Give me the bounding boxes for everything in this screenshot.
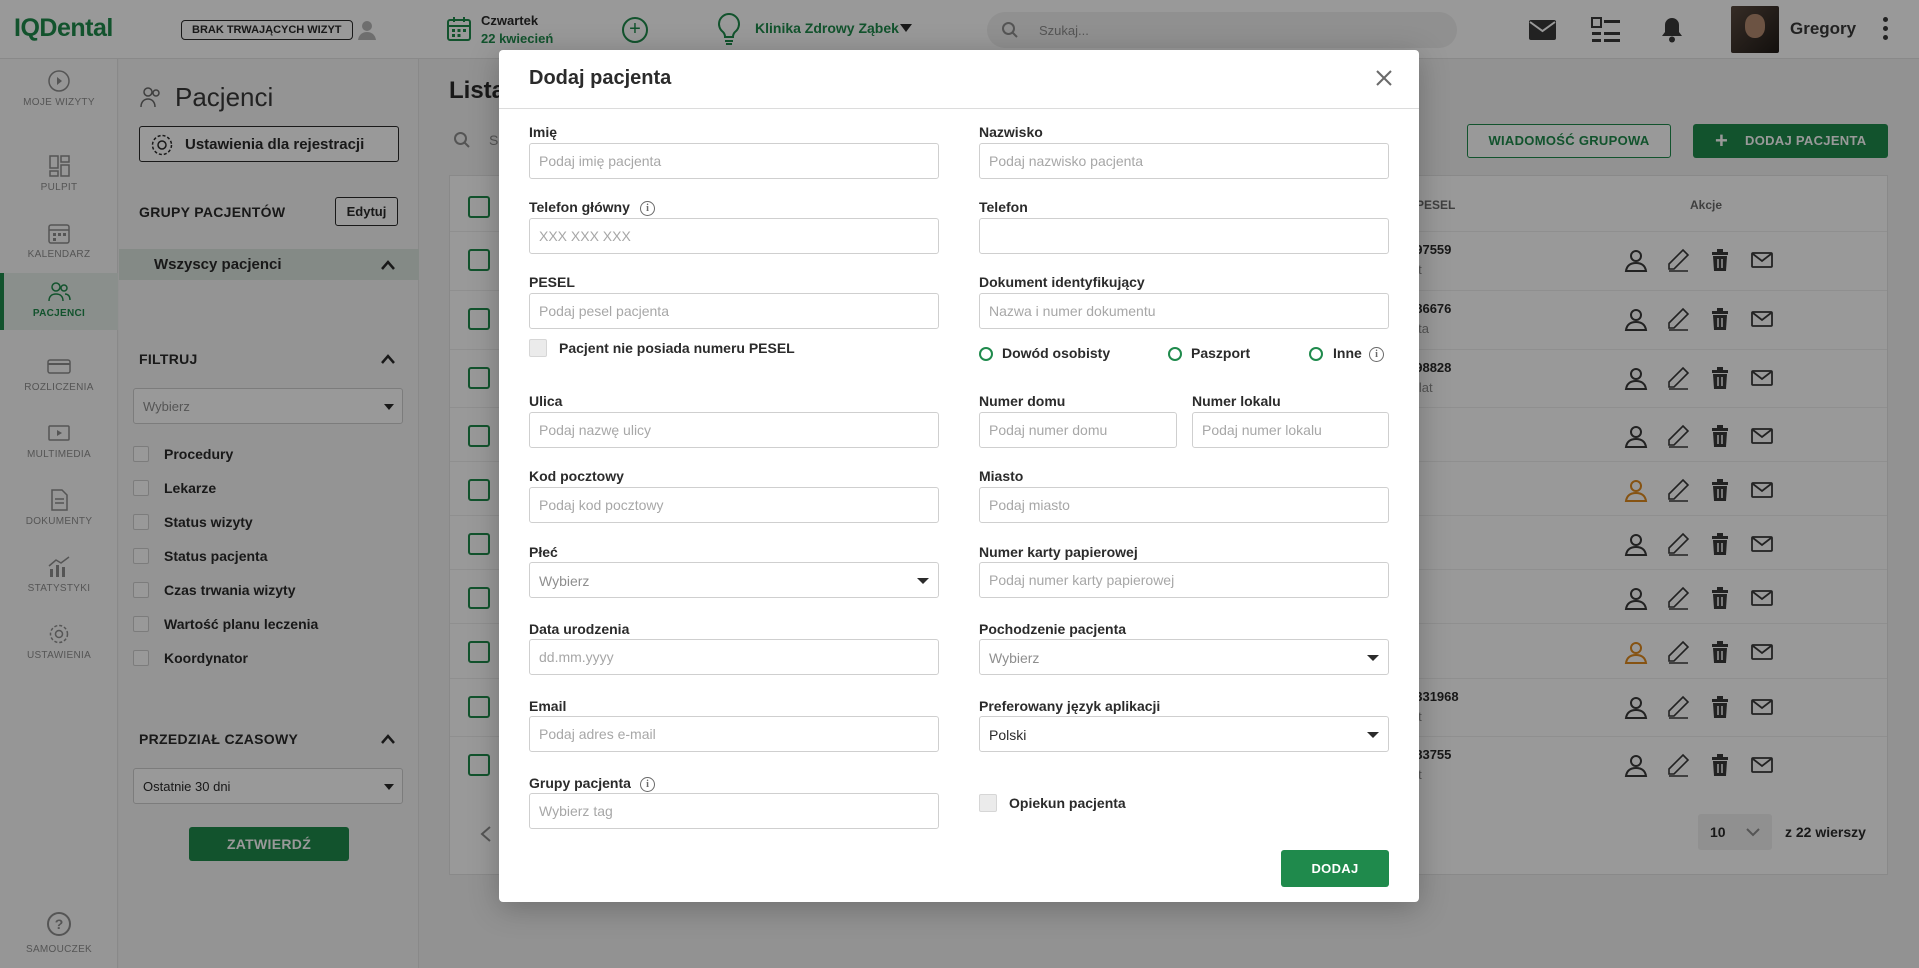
sex-select[interactable]: Wybierz bbox=[529, 562, 939, 598]
id-document-input[interactable] bbox=[979, 293, 1389, 329]
radio-other[interactable] bbox=[1309, 347, 1323, 361]
pesel-input[interactable] bbox=[529, 293, 939, 329]
dialog-title: Dodaj pacjenta bbox=[529, 67, 672, 89]
birth-date-label: Data urodzenia bbox=[529, 621, 630, 637]
no-pesel-label: Pacjent nie posiada numeru PESEL bbox=[559, 340, 795, 356]
origin-select[interactable]: Wybierz bbox=[979, 639, 1389, 675]
email-label: Email bbox=[529, 698, 567, 714]
street-label: Ulica bbox=[529, 393, 563, 409]
language-label: Preferowany język aplikacji bbox=[979, 698, 1161, 714]
apartment-number-input[interactable] bbox=[1192, 412, 1389, 448]
city-label: Miasto bbox=[979, 468, 1024, 484]
caret-down-icon bbox=[917, 578, 929, 584]
select-value: Wybierz bbox=[539, 573, 590, 589]
radio-id-card[interactable] bbox=[979, 347, 993, 361]
guardian-checkbox[interactable] bbox=[979, 794, 997, 812]
first-name-label: Imię bbox=[529, 124, 558, 140]
add-button[interactable]: DODAJ bbox=[1281, 850, 1389, 887]
postal-code-input[interactable] bbox=[529, 487, 939, 523]
phone-label: Telefon bbox=[979, 199, 1028, 215]
radio-label: Dowód osobisty bbox=[1002, 345, 1111, 361]
phone-input[interactable] bbox=[979, 218, 1389, 254]
info-icon[interactable]: i bbox=[640, 777, 655, 792]
caret-down-icon bbox=[1367, 655, 1379, 661]
city-input[interactable] bbox=[979, 487, 1389, 523]
guardian-label: Opiekun pacjenta bbox=[1009, 795, 1126, 811]
no-pesel-checkbox[interactable] bbox=[529, 339, 547, 357]
divider bbox=[499, 108, 1419, 109]
pesel-label: PESEL bbox=[529, 274, 575, 290]
email-field[interactable] bbox=[529, 716, 939, 752]
id-document-label: Dokument identyfikujący bbox=[979, 274, 1145, 290]
paper-card-input[interactable] bbox=[979, 562, 1389, 598]
info-icon[interactable]: i bbox=[1369, 347, 1384, 362]
radio-label: Inne bbox=[1333, 345, 1362, 361]
patient-groups-input[interactable] bbox=[529, 793, 939, 829]
paper-card-label: Numer karty papierowej bbox=[979, 544, 1138, 560]
sex-label: Płeć bbox=[529, 544, 558, 560]
street-input[interactable] bbox=[529, 412, 939, 448]
house-number-label: Numer domu bbox=[979, 393, 1066, 409]
last-name-input[interactable] bbox=[979, 143, 1389, 179]
caret-down-icon bbox=[1367, 732, 1379, 738]
select-value: Polski bbox=[989, 727, 1027, 743]
first-name-input[interactable] bbox=[529, 143, 939, 179]
main-phone-input[interactable] bbox=[529, 218, 939, 254]
close-icon[interactable] bbox=[1373, 67, 1395, 89]
info-icon[interactable]: i bbox=[640, 201, 655, 216]
origin-label: Pochodzenie pacjenta bbox=[979, 621, 1127, 637]
postal-code-label: Kod pocztowy bbox=[529, 468, 624, 484]
main-phone-label: Telefon główny bbox=[529, 199, 630, 215]
house-number-input[interactable] bbox=[979, 412, 1177, 448]
birth-date-input[interactable] bbox=[529, 639, 939, 675]
language-select[interactable]: Polski bbox=[979, 716, 1389, 752]
radio-passport[interactable] bbox=[1168, 347, 1182, 361]
last-name-label: Nazwisko bbox=[979, 124, 1043, 140]
select-value: Wybierz bbox=[989, 650, 1040, 666]
radio-label: Paszport bbox=[1191, 345, 1251, 361]
add-patient-dialog: Dodaj pacjenta Imię Nazwisko Telefon głó… bbox=[499, 50, 1419, 902]
apartment-number-label: Numer lokalu bbox=[1192, 393, 1281, 409]
patient-groups-label: Grupy pacjenta bbox=[529, 775, 631, 791]
